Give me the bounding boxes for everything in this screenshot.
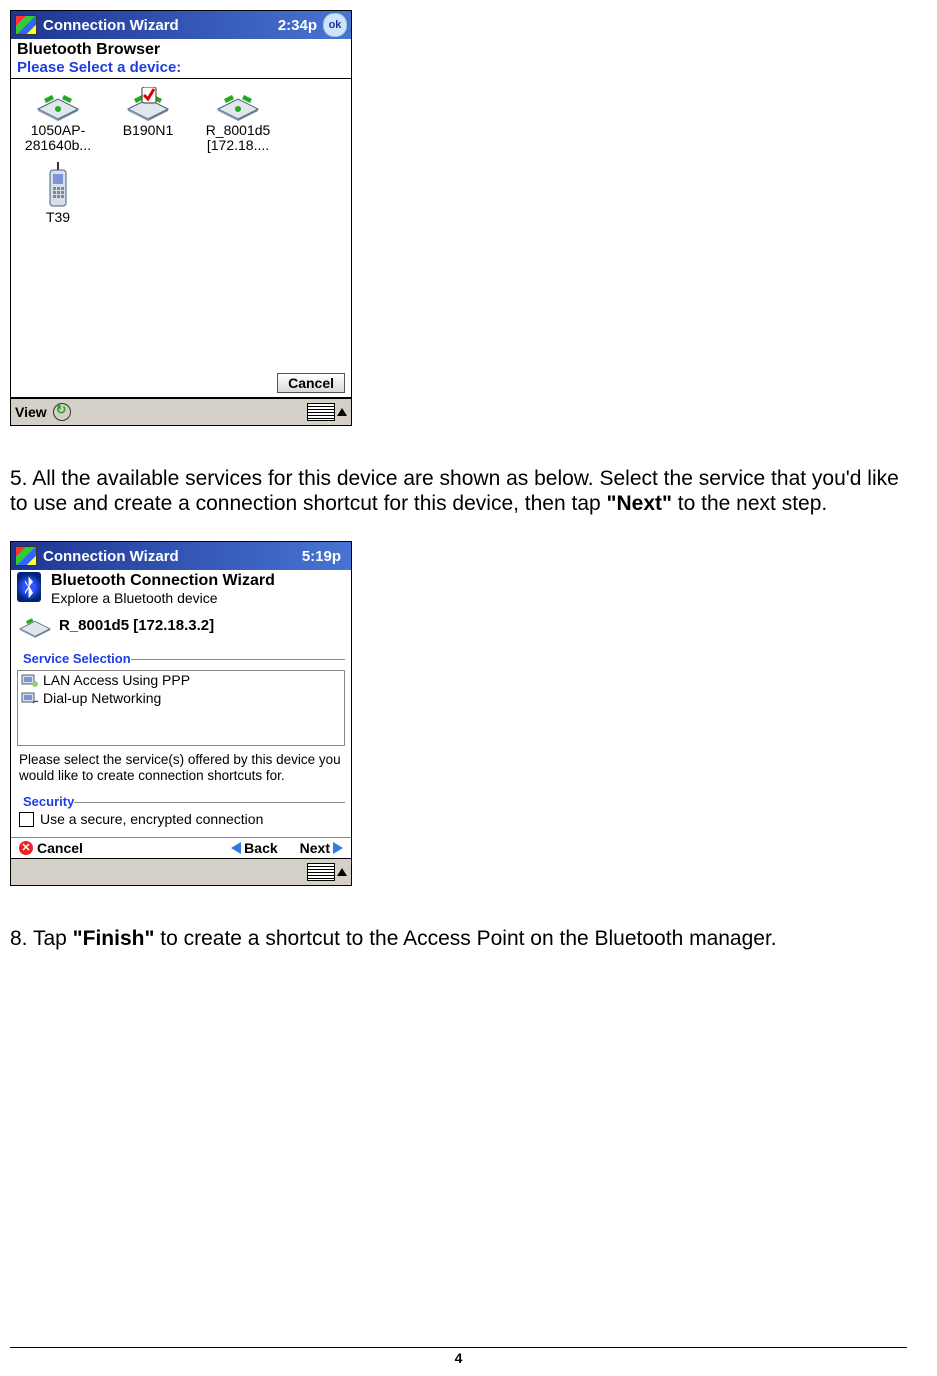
- dialup-icon: [21, 690, 39, 706]
- service-item[interactable]: Dial-up Networking: [18, 689, 344, 707]
- secure-label: Use a secure, encrypted connection: [40, 811, 263, 827]
- router-icon: [34, 87, 82, 121]
- page-number: 4: [10, 1347, 907, 1366]
- service-list[interactable]: LAN Access Using PPP Dial-up Networking: [17, 670, 345, 746]
- service-item[interactable]: LAN Access Using PPP: [18, 671, 344, 689]
- window-title: Connection Wizard: [43, 548, 298, 565]
- start-icon[interactable]: [15, 546, 37, 566]
- screenshot-bluetooth-browser: Connection Wizard 2:34p ok Bluetooth Bro…: [10, 10, 352, 426]
- secure-checkbox[interactable]: [19, 812, 34, 827]
- wizard-subtitle: Explore a Bluetooth device: [51, 590, 275, 606]
- start-icon[interactable]: [15, 15, 37, 35]
- security-section-title: Security: [11, 794, 74, 809]
- view-menu[interactable]: View: [15, 404, 47, 420]
- device-label: T39: [46, 209, 70, 225]
- step-5-text: 5. All the available services for this d…: [10, 466, 907, 516]
- clock: 5:19p: [302, 548, 341, 565]
- service-section-title: Service Selection: [11, 651, 131, 666]
- close-icon[interactable]: ✕: [19, 841, 33, 855]
- clock: 2:34p: [278, 17, 317, 34]
- sip-arrow-icon[interactable]: [337, 868, 347, 876]
- wizard-title: Bluetooth Connection Wizard: [51, 572, 275, 590]
- cancel-button[interactable]: Cancel: [277, 373, 345, 393]
- screenshot-service-selection: Connection Wizard 5:19p Bluetooth Connec…: [10, 541, 352, 886]
- ok-button[interactable]: ok: [323, 13, 347, 37]
- title-bar: Connection Wizard 2:34p ok: [11, 11, 351, 39]
- menu-bar: [11, 858, 351, 885]
- device-grid: 1050AP-281640b... B190N1: [11, 79, 351, 373]
- prompt-text: Please Select a device:: [11, 59, 351, 78]
- arrow-right-icon: [333, 842, 343, 854]
- sip-arrow-icon[interactable]: [337, 408, 347, 416]
- device-item[interactable]: 1050AP-281640b...: [13, 87, 103, 152]
- device-label: 1050AP-281640b...: [25, 122, 91, 153]
- device-item[interactable]: R_8001d5 [172.18....: [193, 87, 283, 152]
- router-icon: [214, 87, 262, 121]
- phone-icon: [34, 162, 82, 208]
- next-button[interactable]: Next: [300, 840, 330, 856]
- device-item[interactable]: B190N1: [103, 87, 193, 152]
- refresh-icon[interactable]: [53, 403, 71, 421]
- title-bar: Connection Wizard 5:19p: [11, 542, 351, 570]
- keyboard-icon[interactable]: [307, 863, 335, 881]
- step-8-text: 8. Tap "Finish" to create a shortcut to …: [10, 926, 907, 951]
- device-label: B190N1: [123, 122, 174, 138]
- back-button[interactable]: Back: [244, 840, 277, 856]
- selected-device: R_8001d5 [172.18.3.2]: [59, 617, 214, 634]
- lan-icon: [21, 672, 39, 688]
- arrow-left-icon: [231, 842, 241, 854]
- keyboard-icon[interactable]: [307, 403, 335, 421]
- service-hint: Please select the service(s) offered by …: [11, 748, 351, 785]
- bluetooth-icon: [17, 572, 41, 602]
- device-item[interactable]: T39: [13, 162, 103, 225]
- menu-bar: View: [11, 398, 351, 425]
- router-icon: [17, 612, 53, 638]
- page-title: Bluetooth Browser: [11, 39, 351, 59]
- wizard-nav: ✕ Cancel Back Next: [11, 837, 351, 858]
- router-check-icon: [124, 87, 172, 121]
- cancel-button[interactable]: Cancel: [37, 840, 83, 856]
- device-label: R_8001d5 [172.18....: [206, 122, 271, 153]
- window-title: Connection Wizard: [43, 17, 274, 34]
